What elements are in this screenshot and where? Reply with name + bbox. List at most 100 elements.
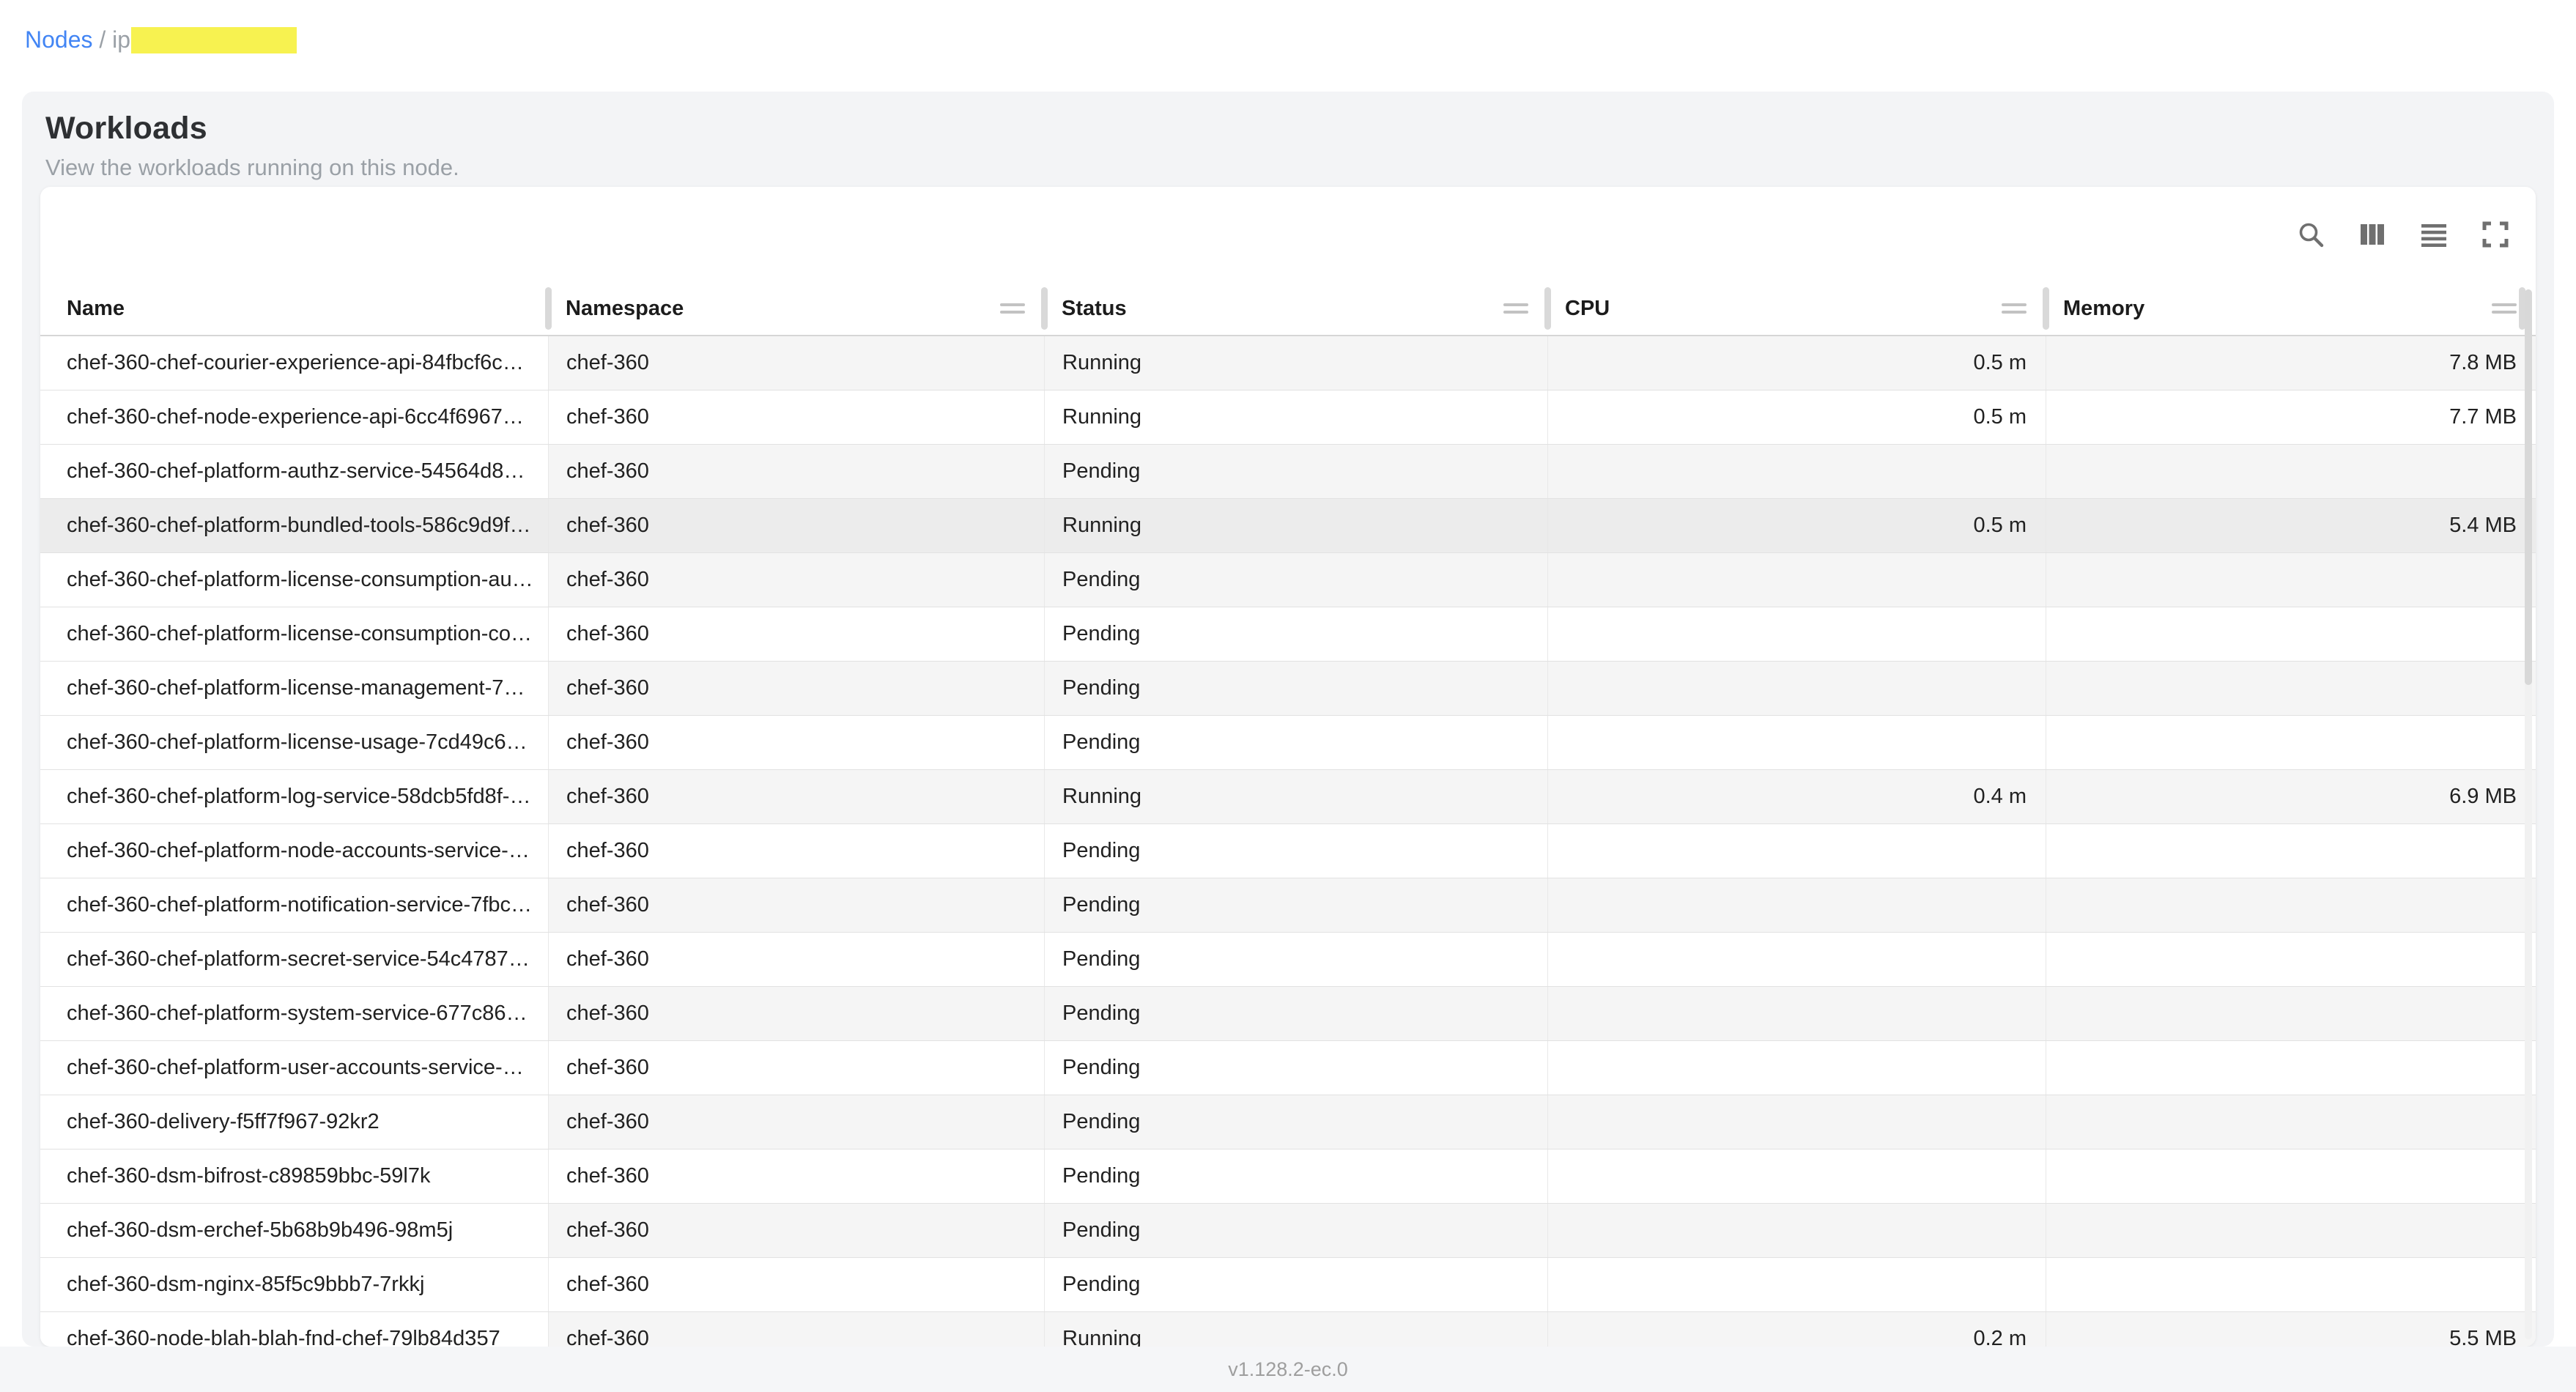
cell-namespace: chef-360: [548, 336, 1044, 390]
table-row[interactable]: chef-360-chef-platform-license-consumpti…: [40, 607, 2536, 662]
cell-memory: 7.8 MB: [2046, 336, 2536, 390]
vertical-scrollbar-track: [2525, 289, 2532, 1339]
cell-namespace: chef-360: [548, 1312, 1044, 1347]
cell-memory: [2046, 662, 2536, 715]
cell-cpu: [1547, 662, 2046, 715]
table-row[interactable]: chef-360-chef-platform-notification-serv…: [40, 878, 2536, 933]
cell-cpu: [1547, 445, 2046, 498]
cell-cpu: [1547, 1204, 2046, 1257]
cell-namespace: chef-360: [548, 390, 1044, 444]
cell-namespace: chef-360: [548, 824, 1044, 878]
cell-status: Pending: [1044, 553, 1547, 607]
cell-memory: [2046, 987, 2536, 1040]
cell-status: Pending: [1044, 445, 1547, 498]
cell-status: Pending: [1044, 662, 1547, 715]
fullscreen-icon[interactable]: [2480, 219, 2511, 250]
column-drag-handle-icon[interactable]: [1000, 299, 1025, 318]
table-row[interactable]: chef-360-chef-platform-license-consumpti…: [40, 553, 2536, 607]
cell-memory: [2046, 1149, 2536, 1203]
cell-cpu: 0.5 m: [1547, 336, 2046, 390]
column-drag-handle-icon[interactable]: [2492, 299, 2517, 318]
table-toolbar: [40, 187, 2536, 282]
table-row[interactable]: chef-360-chef-courier-experience-api-84f…: [40, 336, 2536, 390]
cell-name: chef-360-delivery-f5ff7f967-92kr2: [40, 1095, 548, 1149]
cell-cpu: 0.5 m: [1547, 499, 2046, 552]
cell-name: chef-360-node-blah-blah-fnd-chef-79lb84d…: [40, 1312, 548, 1347]
cell-status: Pending: [1044, 987, 1547, 1040]
cell-cpu: [1547, 878, 2046, 932]
cell-namespace: chef-360: [548, 1204, 1044, 1257]
table-row[interactable]: chef-360-chef-platform-secret-service-54…: [40, 933, 2536, 987]
cell-memory: 6.9 MB: [2046, 770, 2536, 823]
table-panel: Name Namespace Status CPU Memory chef-360-ch…: [40, 187, 2536, 1347]
cell-status: Running: [1044, 390, 1547, 444]
cell-name: chef-360-chef-platform-license-consumpti…: [40, 607, 548, 661]
cell-cpu: [1547, 824, 2046, 878]
cell-cpu: [1547, 553, 2046, 607]
column-header-status[interactable]: Status: [1044, 282, 1547, 335]
cell-namespace: chef-360: [548, 770, 1044, 823]
cell-status: Running: [1044, 336, 1547, 390]
column-header-label: Name: [67, 297, 125, 321]
cell-cpu: [1547, 607, 2046, 661]
table-row[interactable]: chef-360-dsm-erchef-5b68b9b496-98m5jchef…: [40, 1204, 2536, 1258]
cell-name: chef-360-chef-platform-license-usage-7cd…: [40, 716, 548, 769]
column-header-namespace[interactable]: Namespace: [548, 282, 1044, 335]
column-drag-handle-icon[interactable]: [1503, 299, 1528, 318]
table-row[interactable]: chef-360-chef-platform-license-usage-7cd…: [40, 716, 2536, 770]
cell-cpu: [1547, 1258, 2046, 1311]
page: { "breadcrumb": { "link_label": "Nodes",…: [0, 0, 2576, 1392]
table-row[interactable]: chef-360-node-blah-blah-fnd-chef-79lb84d…: [40, 1312, 2536, 1347]
cell-memory: [2046, 878, 2536, 932]
table-row[interactable]: chef-360-chef-platform-authz-service-545…: [40, 445, 2536, 499]
cell-namespace: chef-360: [548, 1258, 1044, 1311]
cell-memory: [2046, 1095, 2536, 1149]
table-row[interactable]: chef-360-dsm-nginx-85f5c9bbb7-7rkkjchef-…: [40, 1258, 2536, 1312]
density-icon[interactable]: [2418, 219, 2449, 250]
cell-memory: [2046, 716, 2536, 769]
redaction-highlight: [131, 27, 297, 53]
cell-namespace: chef-360: [548, 1095, 1044, 1149]
cell-namespace: chef-360: [548, 716, 1044, 769]
vertical-scrollbar-thumb[interactable]: [2525, 289, 2532, 685]
table-row[interactable]: chef-360-delivery-f5ff7f967-92kr2chef-36…: [40, 1095, 2536, 1149]
table-row[interactable]: chef-360-chef-platform-license-managemen…: [40, 662, 2536, 716]
cell-cpu: [1547, 1095, 2046, 1149]
view-columns-icon[interactable]: [2357, 219, 2388, 250]
breadcrumb-separator: /: [93, 26, 113, 53]
cell-status: Running: [1044, 1312, 1547, 1347]
table-row[interactable]: chef-360-chef-platform-node-accounts-ser…: [40, 824, 2536, 878]
column-header-label: CPU: [1565, 297, 1610, 321]
table-row[interactable]: chef-360-chef-platform-log-service-58dcb…: [40, 770, 2536, 824]
cell-memory: 7.7 MB: [2046, 390, 2536, 444]
version-label: v1.128.2-ec.0: [1228, 1358, 1348, 1381]
cell-namespace: chef-360: [548, 499, 1044, 552]
table-row[interactable]: chef-360-chef-node-experience-api-6cc4f6…: [40, 390, 2536, 445]
cell-name: chef-360-chef-platform-authz-service-545…: [40, 445, 548, 498]
table-row[interactable]: chef-360-dsm-bifrost-c89859bbc-59l7kchef…: [40, 1149, 2536, 1204]
table-row[interactable]: chef-360-chef-platform-bundled-tools-586…: [40, 499, 2536, 553]
column-header-cpu[interactable]: CPU: [1547, 282, 2046, 335]
cell-memory: 5.4 MB: [2046, 499, 2536, 552]
cell-namespace: chef-360: [548, 607, 1044, 661]
table-row[interactable]: chef-360-chef-platform-system-service-67…: [40, 987, 2536, 1041]
column-header-label: Status: [1062, 297, 1127, 321]
cell-name: chef-360-chef-platform-license-consumpti…: [40, 553, 548, 607]
cell-name: chef-360-chef-platform-secret-service-54…: [40, 933, 548, 986]
page-title: Workloads: [45, 111, 207, 147]
cell-name: chef-360-chef-platform-system-service-67…: [40, 987, 548, 1040]
cell-name: chef-360-chef-platform-license-managemen…: [40, 662, 548, 715]
breadcrumb-node-name: ip: [112, 26, 130, 53]
cell-cpu: [1547, 716, 2046, 769]
column-header-memory[interactable]: Memory: [2046, 282, 2536, 335]
cell-status: Pending: [1044, 878, 1547, 932]
cell-status: Pending: [1044, 1258, 1547, 1311]
column-drag-handle-icon[interactable]: [2002, 299, 2027, 318]
workloads-card: Workloads View the workloads running on …: [22, 92, 2554, 1347]
cell-memory: [2046, 1041, 2536, 1095]
column-header-name[interactable]: Name: [40, 282, 548, 335]
breadcrumb-nodes-link[interactable]: Nodes: [25, 26, 93, 53]
cell-cpu: [1547, 987, 2046, 1040]
search-icon[interactable]: [2295, 219, 2326, 250]
table-row[interactable]: chef-360-chef-platform-user-accounts-ser…: [40, 1041, 2536, 1095]
